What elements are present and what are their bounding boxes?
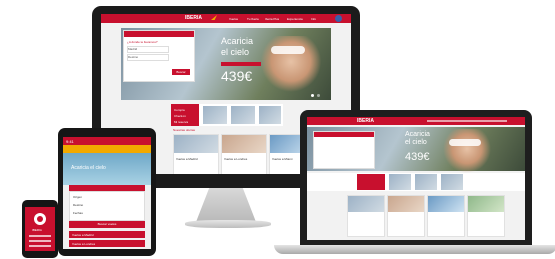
offer-title[interactable]: Vuelos a Londres	[72, 242, 95, 246]
offer-title: Vuelos a Madrid	[176, 157, 198, 161]
search-tabs[interactable]	[314, 132, 374, 137]
nav-item[interactable]: Iberia Plus	[265, 17, 279, 21]
monitor-base	[185, 220, 271, 228]
promo-image[interactable]	[203, 106, 227, 124]
form-label[interactable]: Origen	[73, 195, 82, 199]
nav-item[interactable]: Experiencia	[287, 17, 303, 21]
globe-icon[interactable]	[335, 15, 342, 22]
site-header: IBERIA	[307, 117, 525, 125]
offer-image	[428, 196, 464, 212]
nav-item[interactable]: Tu Iberia	[247, 17, 259, 21]
offer-card[interactable]: Vuelos a Madrid	[173, 134, 219, 174]
menu-line[interactable]	[29, 235, 51, 237]
hero-tag	[221, 62, 261, 66]
promo-item[interactable]: Check-in	[174, 114, 186, 118]
offer-image	[468, 196, 504, 212]
menu-line[interactable]	[29, 240, 51, 242]
offer-image	[348, 196, 384, 212]
nav-menu[interactable]	[427, 120, 507, 122]
form-label[interactable]: Fechas	[73, 211, 83, 215]
offer-card[interactable]	[467, 195, 505, 237]
tablet-screen: 9:41 Acaricia el cielo Origen Destino Fe…	[63, 137, 151, 249]
offer-card[interactable]	[347, 195, 385, 237]
laptop-base	[274, 245, 555, 254]
logo-center	[37, 216, 43, 222]
promo-image[interactable]	[441, 174, 463, 190]
iberia-logo[interactable]: IBERIA	[185, 15, 202, 21]
offer-card[interactable]: Vuelos a Londres	[221, 134, 267, 174]
origin-field[interactable]: Madrid	[127, 46, 169, 53]
nav-item[interactable]: Vuelos	[229, 17, 238, 21]
iberia-logo-icon	[211, 15, 217, 20]
hero-headline: Acaricia el cielo	[71, 165, 106, 171]
offer-title: Vuelos a Miami	[272, 157, 293, 161]
promo-image[interactable]	[259, 106, 281, 124]
laptop-screen: IBERIA Acaricia el cielo 439€	[307, 117, 525, 240]
offer-title: Vuelos a Londres	[224, 157, 248, 161]
search-button[interactable]: Buscar	[172, 69, 190, 75]
promo-red-block[interactable]: Compra Check-in Mi reserva	[171, 104, 199, 126]
site-header: IBERIA Vuelos Tu Iberia Iberia Plus Expe…	[101, 14, 351, 23]
phone-screen: IBERIA	[25, 207, 55, 251]
carousel-dot[interactable]	[311, 94, 314, 97]
hero-headline: Acaricia	[405, 131, 430, 138]
offer-card[interactable]	[427, 195, 465, 237]
sunglasses-image	[449, 139, 481, 146]
flight-search-form: Origen Destino Fechas	[69, 191, 145, 221]
app-header: 9:41	[63, 137, 151, 145]
promo-red-block[interactable]	[357, 174, 385, 190]
promo-strip: Compra Check-in Mi reserva	[171, 104, 283, 126]
menu-line[interactable]	[29, 245, 51, 247]
offer-image	[222, 135, 266, 153]
hero-price: 439€	[405, 151, 430, 163]
app-label: IBERIA	[32, 228, 42, 232]
hero-banner: Acaricia el cielo	[63, 153, 151, 185]
offer-row[interactable]: Vuelos a Londres	[69, 240, 145, 247]
offer-row[interactable]: Vuelos a Madrid	[69, 231, 145, 238]
offer-title[interactable]: Vuelos a Madrid	[72, 233, 94, 237]
offer-image	[388, 196, 424, 212]
promo-image[interactable]	[231, 106, 255, 124]
sunglasses-image	[271, 46, 305, 54]
iberia-logo[interactable]: IBERIA	[357, 118, 374, 124]
search-title: ¿A dónde te llevamos?	[127, 40, 158, 44]
carousel-dot[interactable]	[317, 94, 320, 97]
hero-headline-2: el cielo	[405, 139, 427, 146]
destination-field[interactable]: Destino	[127, 54, 169, 61]
notice-banner[interactable]	[63, 145, 151, 153]
nav-item[interactable]: Info	[311, 17, 316, 21]
promo-strip	[307, 173, 525, 191]
offers-heading: Nuestras ofertas	[173, 128, 196, 132]
offer-card[interactable]	[387, 195, 425, 237]
monitor-stand	[196, 188, 256, 222]
hero-headline: Acaricia	[221, 36, 254, 46]
search-tabs[interactable]	[124, 31, 194, 37]
promo-item[interactable]: Compra	[174, 108, 185, 112]
hero-price: 439€	[221, 68, 253, 84]
promo-image[interactable]	[389, 174, 411, 190]
offer-image	[174, 135, 218, 153]
form-label[interactable]: Destino	[73, 203, 83, 207]
iberia-logo-icon	[34, 213, 46, 225]
promo-item[interactable]: Mi reserva	[174, 120, 188, 124]
hero-banner: Acaricia el cielo 439€	[307, 127, 525, 173]
search-button[interactable]: Buscar vuelos	[69, 221, 145, 228]
hero-headline-2: el cielo	[221, 47, 250, 57]
status-time: 9:41	[66, 139, 74, 144]
flight-search-form[interactable]	[313, 131, 375, 169]
flight-search-form: ¿A dónde te llevamos? Madrid Destino Bus…	[123, 30, 195, 82]
hero-woman-image	[437, 129, 497, 173]
promo-image[interactable]	[415, 174, 437, 190]
